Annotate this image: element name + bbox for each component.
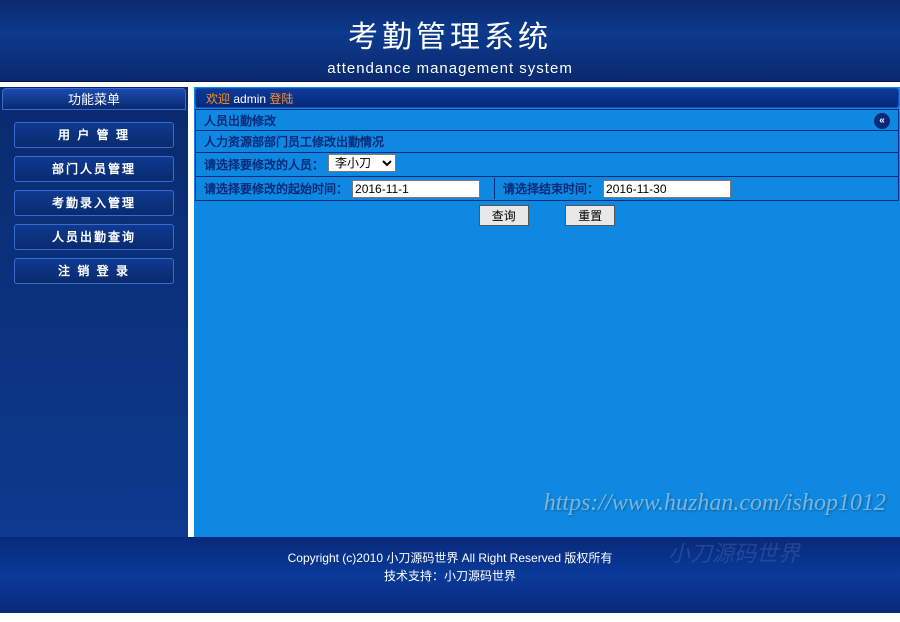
sidebar-item-label: 人员出勤查询 <box>52 230 136 244</box>
app-subtitle: attendance management system <box>0 60 900 77</box>
end-date-input[interactable] <box>603 180 731 198</box>
sidebar-item-attendance-entry[interactable]: 考勤录入管理 <box>14 190 174 216</box>
sidebar-item-logout[interactable]: 注 销 登 录 <box>14 258 174 284</box>
welcome-prefix: 欢迎 <box>206 92 230 106</box>
button-row: 查询 重置 <box>194 201 900 230</box>
query-button[interactable]: 查询 <box>479 205 529 226</box>
sidebar-item-department-personnel[interactable]: 部门人员管理 <box>14 156 174 182</box>
body-area: 功能菜单 用 户 管 理 部门人员管理 考勤录入管理 人员出勤查询 注 销 登 … <box>0 87 900 537</box>
app-title: 考勤管理系统 <box>0 12 900 56</box>
form-row-person: 请选择要修改的人员： 李小刀 <box>195 153 899 177</box>
footer-copyright: Copyright (c)2010 小刀源码世界 All Right Reser… <box>0 549 900 567</box>
sidebar-title: 功能菜单 <box>2 88 186 110</box>
footer: 小刀源码世界 Copyright (c)2010 小刀源码世界 All Righ… <box>0 537 900 613</box>
watermark-text: https://www.huzhan.com/ishop1012 <box>544 490 886 517</box>
end-date-label: 请选择结束时间： <box>503 178 599 200</box>
sidebar: 功能菜单 用 户 管 理 部门人员管理 考勤录入管理 人员出勤查询 注 销 登 … <box>0 87 188 537</box>
back-icon[interactable]: « <box>874 113 890 129</box>
sidebar-item-user-management[interactable]: 用 户 管 理 <box>14 122 174 148</box>
sidebar-item-label: 考勤录入管理 <box>52 196 136 210</box>
section-title: 人员出勤修改 <box>204 114 276 128</box>
welcome-bar: 欢迎 admin 登陆 <box>195 88 899 108</box>
welcome-suffix: 登陆 <box>269 92 293 106</box>
form-row-dates: 请选择要修改的起始时间： 请选择结束时间： <box>195 177 899 201</box>
app-header: 考勤管理系统 attendance management system <box>0 0 900 82</box>
sidebar-item-label: 用 户 管 理 <box>58 128 130 142</box>
section-title-bar: 人员出勤修改 « <box>195 109 899 131</box>
start-date-cell: 请选择要修改的起始时间： <box>204 178 494 199</box>
start-date-input[interactable] <box>352 180 480 198</box>
person-select[interactable]: 李小刀 <box>328 154 396 172</box>
reset-button[interactable]: 重置 <box>565 205 615 226</box>
main-panel: 欢迎 admin 登陆 人员出勤修改 « 人力资源部部门员工修改出勤情况 请选择… <box>194 87 900 537</box>
person-label: 请选择要修改的人员： <box>204 154 324 175</box>
start-date-label: 请选择要修改的起始时间： <box>204 178 348 200</box>
welcome-user: admin <box>233 92 266 106</box>
end-date-cell: 请选择结束时间： <box>494 178 890 199</box>
sidebar-item-label: 部门人员管理 <box>52 162 136 176</box>
sidebar-item-attendance-query[interactable]: 人员出勤查询 <box>14 224 174 250</box>
info-line: 人力资源部部门员工修改出勤情况 <box>195 131 899 153</box>
sidebar-item-label: 注 销 登 录 <box>58 264 130 278</box>
footer-support: 技术支持：小刀源码世界 <box>0 567 900 585</box>
